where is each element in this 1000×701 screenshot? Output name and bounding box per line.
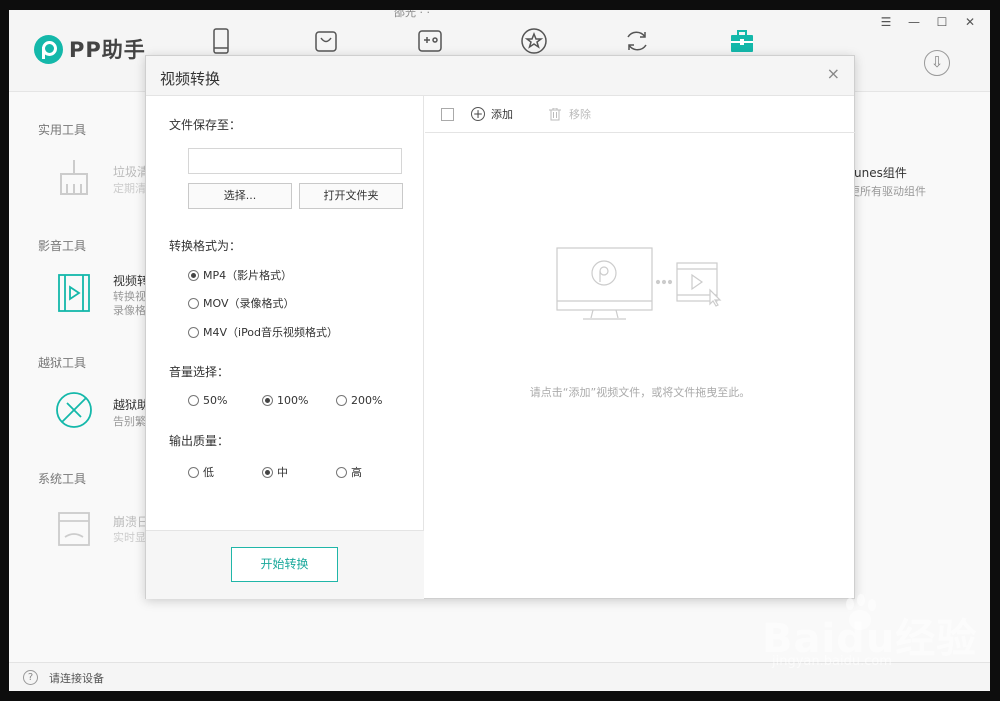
add-file-button[interactable]: + 添加	[471, 106, 513, 122]
radio-checked-icon	[262, 395, 273, 406]
select-folder-button[interactable]: 选择...	[188, 183, 292, 209]
format-label: 转换格式为：	[169, 239, 242, 253]
format-radio-mp4[interactable]: MP4（影片格式）	[188, 267, 292, 283]
sync-icon[interactable]	[622, 26, 652, 56]
settings-panel: 文件保存至： 选择... 打开文件夹 转换格式为： MP4（影片格式） MOV（…	[146, 96, 424, 599]
phone-icon[interactable]	[206, 26, 236, 56]
radio-unchecked-icon	[188, 466, 199, 478]
radio-unchecked-icon	[188, 395, 199, 406]
radio-unchecked-icon	[336, 395, 347, 406]
dialog-titlebar: 视频转换 ×	[146, 56, 854, 96]
section-title-utility: 实用工具	[38, 123, 87, 137]
quality-radio-low[interactable]: 低	[188, 464, 214, 480]
window-controls: ☰ — ☐ ✕	[880, 16, 976, 28]
favorites-star-icon[interactable]	[519, 26, 549, 56]
tool-desc-cleaner: 定期清	[113, 182, 146, 195]
apps-bag-icon[interactable]	[311, 26, 341, 56]
section-title-jailbreak: 越狱工具	[38, 356, 87, 370]
quality-radio-medium[interactable]: 中	[262, 464, 288, 480]
format-radio-mov[interactable]: MOV（录像格式）	[188, 295, 294, 311]
radio-unchecked-icon	[188, 297, 199, 309]
video-convert-dialog: 视频转换 × 文件保存至： 选择... 打开文件夹 转换格式为： MP4（影片格…	[145, 55, 855, 599]
close-icon[interactable]: ✕	[964, 16, 976, 28]
connection-status: 请连接设备	[49, 672, 104, 685]
crash-log-icon[interactable]	[53, 507, 95, 549]
tool-name-crash[interactable]: 崩溃日	[113, 513, 149, 530]
quality-radio-high[interactable]: 高	[336, 464, 362, 480]
jailbreak-icon[interactable]	[53, 389, 95, 431]
video-convert-icon[interactable]	[53, 272, 95, 314]
download-icon[interactable]: ⇩	[924, 50, 950, 76]
file-list-toolbar: + 添加 移除	[425, 96, 855, 133]
volume-radio-50[interactable]: 50%	[188, 394, 227, 407]
tool-name-itunes[interactable]: unes组件	[854, 164, 907, 181]
minimize-icon[interactable]: —	[908, 16, 920, 28]
save-path-input[interactable]	[188, 148, 402, 174]
toolbox-icon[interactable]	[727, 26, 757, 56]
volume-radio-200[interactable]: 200%	[336, 394, 382, 407]
window-title-fragment: 邵光 · ·	[394, 10, 430, 19]
save-to-label: 文件保存至：	[169, 118, 242, 132]
section-title-media: 影音工具	[38, 239, 87, 253]
volume-label: 音量选择：	[169, 365, 230, 379]
close-icon[interactable]: ×	[827, 66, 840, 82]
plus-circle-icon: +	[471, 107, 485, 121]
tool-desc-video: 转换视 录像格	[113, 290, 146, 317]
empty-drop-illustration	[556, 247, 722, 320]
menu-icon[interactable]: ☰	[880, 16, 892, 28]
maximize-icon[interactable]: ☐	[936, 16, 948, 28]
games-icon[interactable]	[415, 26, 445, 56]
tool-desc-jailbreak: 告别繁	[113, 415, 146, 428]
quality-label: 输出质量：	[169, 434, 230, 448]
radio-checked-icon	[188, 269, 199, 281]
watermark-url: jingyan.baidu.com	[772, 654, 892, 669]
section-title-system: 系统工具	[38, 472, 87, 486]
empty-hint-text: 请点击“添加”视频文件，或将文件拖曳至此。	[529, 386, 751, 399]
radio-unchecked-icon	[336, 466, 347, 478]
tool-name-cleaner[interactable]: 垃圾清	[113, 163, 149, 180]
baidu-watermark: Baidu经验 jingyan.baidu.com	[762, 592, 976, 682]
trash-icon	[549, 107, 561, 120]
file-list-panel: + 添加 移除 请点击“添加”视频文件，或将文件拖曳至此。	[425, 96, 855, 599]
tool-desc-crash: 实时显	[113, 531, 146, 544]
settings-footer: 开始转换	[146, 530, 424, 599]
tool-desc-itunes: 更所有驱动组件	[849, 185, 926, 198]
volume-radio-100[interactable]: 100%	[262, 394, 308, 407]
broom-icon[interactable]	[53, 156, 95, 198]
open-folder-button[interactable]: 打开文件夹	[299, 183, 403, 209]
radio-checked-icon	[262, 466, 273, 478]
tool-name-jailbreak[interactable]: 越狱助	[113, 396, 149, 413]
tool-name-video[interactable]: 视频转	[113, 272, 149, 289]
radio-unchecked-icon	[188, 326, 199, 338]
help-icon[interactable]: ?	[23, 670, 38, 685]
dialog-title: 视频转换	[160, 70, 221, 88]
select-all-checkbox[interactable]	[441, 108, 454, 121]
format-radio-m4v[interactable]: M4V（iPod音乐视频格式）	[188, 324, 338, 340]
remove-file-button[interactable]: 移除	[549, 106, 591, 122]
start-convert-button[interactable]: 开始转换	[231, 547, 338, 582]
